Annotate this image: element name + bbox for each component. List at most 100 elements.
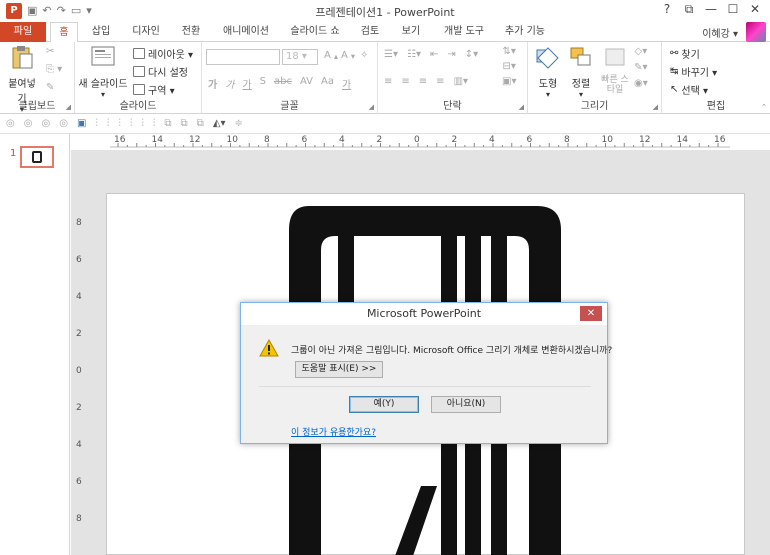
font-launcher-icon[interactable]: ◢ bbox=[369, 103, 374, 111]
shape-icon[interactable]: ◎ bbox=[6, 118, 15, 129]
section-button[interactable]: 구역 ▾ bbox=[133, 82, 175, 97]
copy-icon[interactable]: ⎘ ▾ bbox=[46, 64, 62, 75]
font-color-icon[interactable]: 가 bbox=[342, 76, 351, 91]
justify-icon[interactable]: ≡ bbox=[436, 76, 444, 87]
find-button[interactable]: ⚯ 찾기 bbox=[670, 46, 700, 61]
columns-icon[interactable]: ▥▾ bbox=[454, 76, 468, 87]
tab-home[interactable]: 홈 bbox=[50, 22, 78, 43]
ruler-label: 6 bbox=[76, 255, 82, 265]
clipboard-launcher-icon[interactable]: ◢ bbox=[66, 103, 71, 111]
ruler-label: 10 bbox=[601, 135, 613, 145]
shape-icon[interactable]: ◎ bbox=[24, 118, 33, 129]
tab-transitions[interactable]: 전환 bbox=[175, 22, 207, 42]
tab-animations[interactable]: 애니메이션 bbox=[217, 22, 275, 42]
bullets-icon[interactable]: ☰▾ bbox=[384, 49, 398, 60]
tab-view[interactable]: 보기 bbox=[396, 22, 426, 42]
user-name[interactable]: 이혜강 ▾ bbox=[702, 25, 738, 40]
ruler-label: 6 bbox=[301, 135, 308, 145]
clear-format-icon[interactable]: ✧ bbox=[360, 50, 368, 61]
tab-file[interactable]: 파일 bbox=[0, 22, 46, 42]
slide-number: 1 bbox=[10, 148, 17, 159]
reset-button[interactable]: 다시 설정 bbox=[133, 64, 188, 79]
shape-icon[interactable]: ◎ bbox=[41, 118, 50, 129]
tab-addins[interactable]: 추가 기능 bbox=[500, 22, 550, 42]
ruler-label: 6 bbox=[76, 477, 82, 487]
select-button[interactable]: ↖ 선택 ▾ bbox=[670, 82, 708, 97]
yes-button[interactable]: 예(Y) bbox=[349, 396, 419, 413]
no-button[interactable]: 아니요(N) bbox=[431, 396, 501, 413]
drawing-group: 도형 ▾ 정렬 ▾ 빠른 스타일 ◇▾ ✎▾ ◉▾ 그리기 ◢ bbox=[528, 42, 662, 114]
help-button[interactable]: ? bbox=[656, 2, 678, 17]
text-direction-icons[interactable]: ⇅▾ ⊟▾ ▣▾ bbox=[502, 46, 516, 87]
paragraph-group: ☰▾ ☷▾ ⇤ ⇥ ↕▾ ≡ ≡ ≡ ≡ ▥▾ ⇅▾ ⊟▾ ▣▾ 단락 ◢ bbox=[378, 42, 528, 114]
change-case-icon[interactable]: Aa bbox=[321, 76, 334, 91]
format-painter-icon[interactable]: ✎ bbox=[46, 82, 54, 93]
maximize-button[interactable]: ☐ bbox=[722, 2, 744, 17]
close-button[interactable]: ✕ bbox=[744, 2, 766, 17]
dialog-title: Microsoft PowerPoint bbox=[241, 303, 607, 325]
shape-format-icons[interactable]: ◇▾ ✎▾ ◉▾ bbox=[634, 46, 648, 89]
decrease-indent-icon[interactable]: ⇤ bbox=[430, 49, 438, 60]
cut-icon[interactable]: ✂ bbox=[46, 46, 54, 57]
replace-icon: ↹ bbox=[670, 66, 679, 77]
feedback-link[interactable]: 이 정보가 유용한가요? bbox=[291, 425, 376, 438]
align-icon[interactable]: ⫶ bbox=[141, 118, 144, 129]
new-slide-button[interactable]: 새 슬라이드 ▾ bbox=[77, 44, 129, 99]
underline-icon[interactable]: 가 bbox=[242, 76, 251, 91]
align-icon[interactable]: ⫶ bbox=[118, 118, 121, 129]
quick-styles-button[interactable]: 빠른 스타일 bbox=[598, 44, 632, 95]
tab-slideshow[interactable]: 슬라이드 쇼 bbox=[285, 22, 345, 42]
dialog-close-button[interactable]: ✕ bbox=[580, 306, 602, 321]
align-icon[interactable]: ⫶ bbox=[153, 118, 156, 129]
strikethrough-icon[interactable]: abc bbox=[274, 76, 292, 91]
tab-insert[interactable]: 삽입 bbox=[85, 22, 117, 42]
editing-group-label: 편집 bbox=[706, 101, 726, 112]
group-icon[interactable]: ⧉ bbox=[164, 118, 171, 129]
drawing-launcher-icon[interactable]: ◢ bbox=[653, 103, 658, 111]
collapse-ribbon-icon[interactable]: ⌃ bbox=[761, 103, 767, 111]
slides-group-label: 슬라이드 bbox=[119, 101, 157, 112]
show-help-button[interactable]: 도움말 표시(E) >> bbox=[295, 361, 383, 378]
shadow-icon[interactable]: S bbox=[260, 76, 266, 91]
numbering-icon[interactable]: ☷▾ bbox=[407, 49, 421, 60]
slide-thumbnail[interactable] bbox=[20, 146, 54, 168]
rotate-icon[interactable]: ◭▾ bbox=[213, 118, 226, 129]
replace-button[interactable]: ↹ 바꾸기 ▾ bbox=[670, 64, 717, 79]
ruler-ticks bbox=[110, 143, 730, 148]
group-icon[interactable]: ⧉ bbox=[197, 118, 204, 129]
align-center-icon[interactable]: ≡ bbox=[401, 76, 409, 87]
bold-icon[interactable]: 가 bbox=[208, 76, 217, 91]
shapes-button[interactable]: 도형 ▾ bbox=[532, 44, 564, 99]
paragraph-launcher-icon[interactable]: ◢ bbox=[519, 103, 524, 111]
paragraph-row-2: ≡ ≡ ≡ ≡ ▥▾ bbox=[384, 76, 468, 87]
ruler-label: 16 bbox=[714, 135, 726, 145]
new-slide-icon bbox=[91, 46, 115, 66]
italic-icon[interactable]: 가 bbox=[225, 76, 234, 91]
ribbon-display-button[interactable]: ⧉ bbox=[678, 2, 700, 17]
ribbon: 붙여넣기 ▾ ✂ ⎘ ▾ ✎ 클립보드 ◢ 새 슬라이드 ▾ 레이아웃 ▾ 다시… bbox=[0, 42, 770, 114]
arrange-button[interactable]: 정렬 ▾ bbox=[566, 44, 596, 99]
increase-indent-icon[interactable]: ⇥ bbox=[447, 49, 455, 60]
ruler-label: 2 bbox=[376, 135, 383, 145]
avatar[interactable] bbox=[746, 22, 766, 42]
tab-review[interactable]: 검토 bbox=[355, 22, 385, 42]
font-name-input[interactable] bbox=[206, 49, 280, 65]
grow-font-icon[interactable]: A ▴ A ▾ bbox=[324, 50, 355, 61]
align-right-icon[interactable]: ≡ bbox=[419, 76, 427, 87]
tab-design[interactable]: 디자인 bbox=[126, 22, 166, 42]
tab-developer[interactable]: 개발 도구 bbox=[438, 22, 490, 42]
toolbar-more-icon[interactable]: ≑ bbox=[235, 118, 243, 129]
minimize-button[interactable]: — bbox=[700, 2, 722, 17]
line-spacing-icon[interactable]: ↕▾ bbox=[465, 49, 478, 60]
screenshot-icon[interactable]: ▣ bbox=[77, 118, 86, 129]
align-icon[interactable]: ⫶ bbox=[95, 118, 98, 129]
align-left-icon[interactable]: ≡ bbox=[384, 76, 392, 87]
align-icon[interactable]: ⫶ bbox=[107, 118, 110, 129]
font-size-input[interactable]: 18 ▾ bbox=[282, 49, 318, 65]
layout-button[interactable]: 레이아웃 ▾ bbox=[133, 46, 193, 61]
spacing-icon[interactable]: AV bbox=[300, 76, 313, 91]
shape-icon[interactable]: ◎ bbox=[59, 118, 68, 129]
ruler-label: 0 bbox=[76, 366, 82, 376]
group-icon[interactable]: ⧉ bbox=[181, 118, 188, 129]
align-icon[interactable]: ⫶ bbox=[130, 118, 133, 129]
